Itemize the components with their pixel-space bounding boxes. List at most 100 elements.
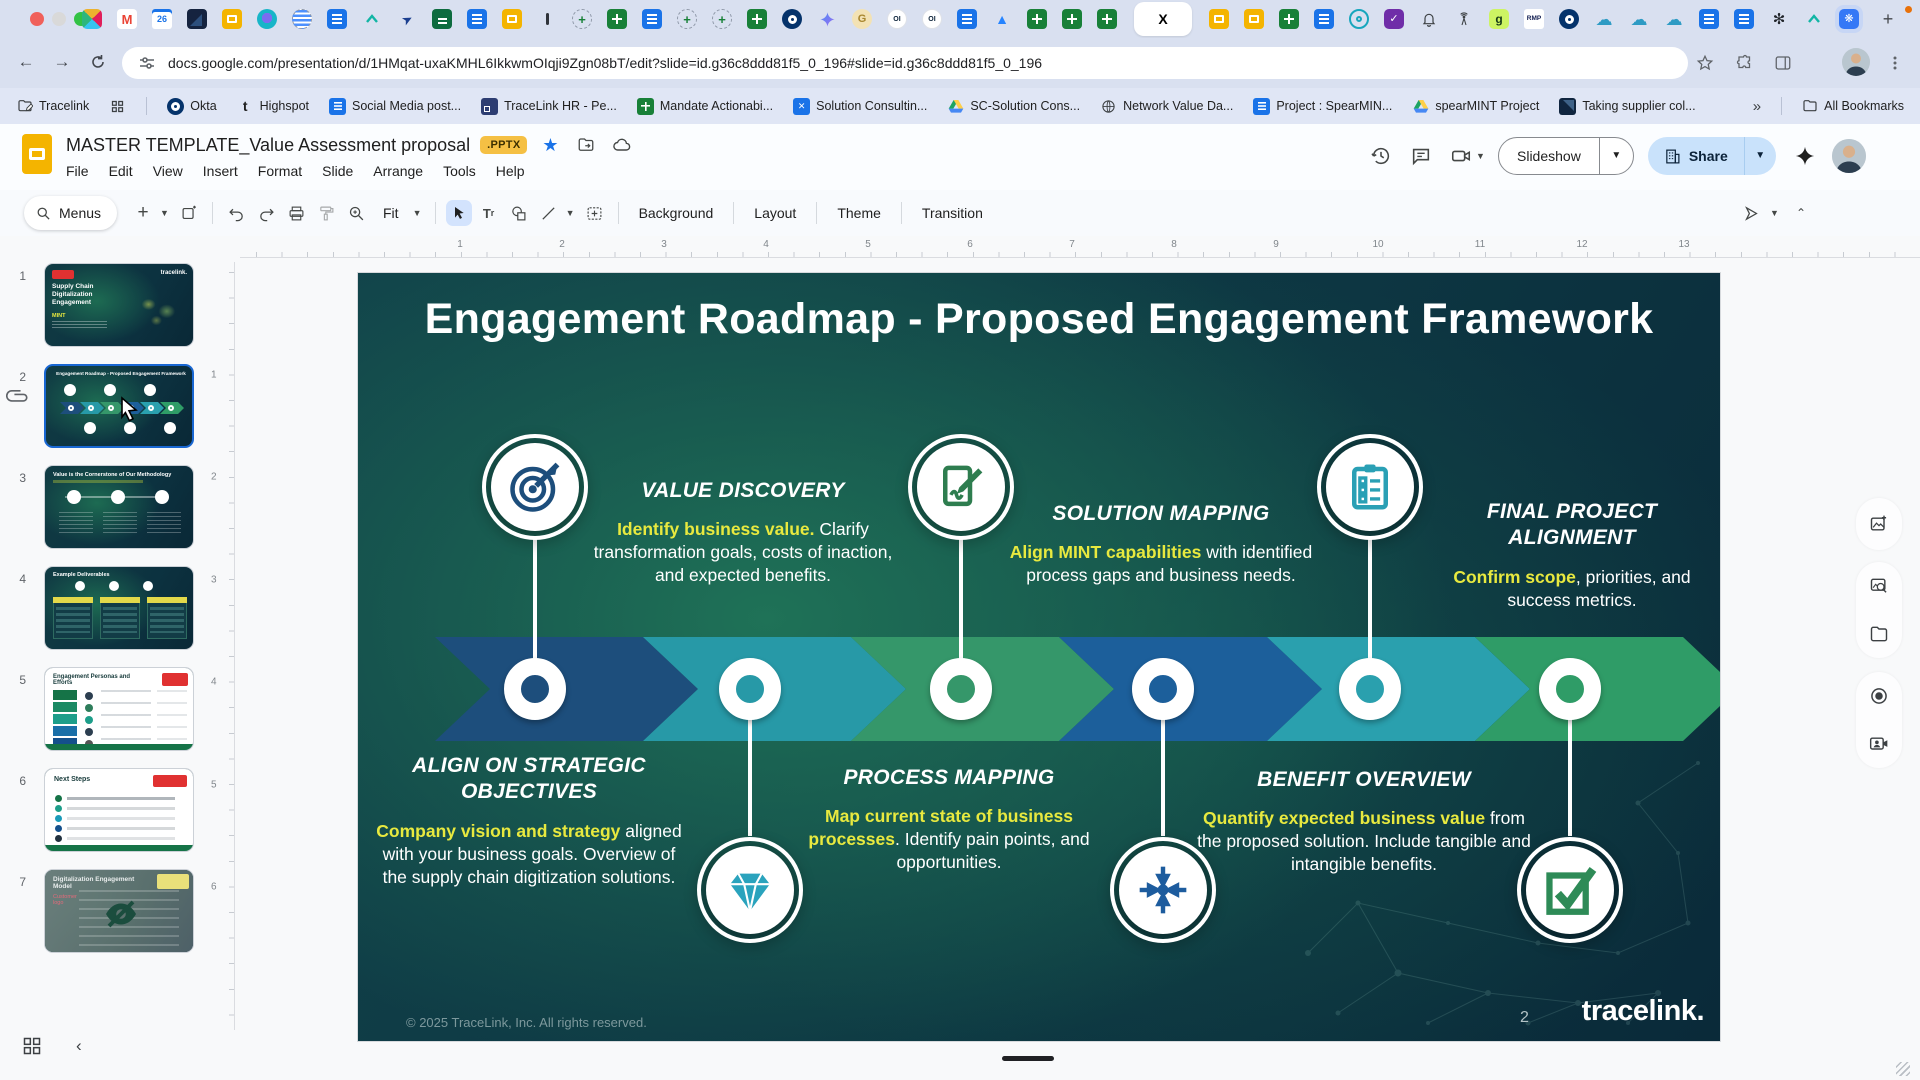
docs-tab-icon[interactable] — [467, 9, 487, 29]
forward-button[interactable]: → — [48, 48, 76, 76]
bookmark-mandate-actionabi[interactable]: Mandate Actionabi... — [637, 98, 773, 115]
teal-caret-tab-icon[interactable] — [362, 9, 382, 29]
okta-tab-icon[interactable] — [1559, 9, 1579, 29]
menu-arrange[interactable]: Arrange — [365, 160, 431, 182]
select-tool[interactable] — [446, 200, 472, 226]
account-avatar[interactable] — [1832, 139, 1866, 173]
version-history-icon[interactable] — [1368, 143, 1394, 169]
pointer-dropdown-icon[interactable]: ▼ — [1770, 208, 1782, 218]
striped-circle-tab-icon[interactable] — [292, 9, 312, 29]
window-minimize-button[interactable] — [52, 12, 66, 26]
layout-button[interactable]: Layout — [744, 200, 806, 226]
openai-tab-icon[interactable]: ✻ — [1769, 9, 1789, 29]
slides-tab-icon[interactable] — [502, 9, 522, 29]
comments-icon[interactable] — [1408, 143, 1434, 169]
site-settings-icon[interactable] — [136, 52, 158, 74]
swirl-circle-tab-icon[interactable] — [1349, 9, 1369, 29]
resize-grip[interactable] — [1896, 1062, 1910, 1076]
scroll-handle[interactable] — [1002, 1056, 1054, 1061]
teal-caret-tab-icon[interactable] — [1804, 9, 1824, 29]
extensions-icon[interactable] — [1734, 52, 1756, 74]
share-button[interactable]: Share ▼ — [1648, 137, 1776, 175]
slide-thumbnail-7[interactable]: Digitalization Engagement Model Customer… — [44, 869, 194, 953]
menu-format[interactable]: Format — [250, 160, 310, 182]
share-dropdown-icon[interactable]: ▼ — [1744, 137, 1776, 175]
slide-thumbnail-5[interactable]: Engagement Personas and Efforts — [44, 667, 194, 751]
okta-verify-tab-icon[interactable] — [257, 9, 277, 29]
add-slide-button[interactable]: + — [130, 200, 156, 226]
bookmark-apps-grid[interactable] — [109, 98, 126, 115]
all-bookmarks-button[interactable]: All Bookmarks — [1802, 98, 1904, 114]
slides-tab-icon[interactable] — [1244, 9, 1264, 29]
bell-tab-icon[interactable] — [1419, 9, 1439, 29]
greenhouse-tab-icon[interactable] — [432, 9, 452, 29]
bookmark-sc-solution-cons[interactable]: SC-Solution Cons... — [947, 98, 1080, 115]
paper-plane-tab-icon[interactable]: ➤ — [393, 5, 420, 32]
bookmark-network-value-da[interactable]: Network Value Da... — [1100, 98, 1233, 115]
insert-placeholder-icon[interactable] — [582, 200, 608, 226]
sheets-tab-icon[interactable] — [607, 9, 627, 29]
active-tab[interactable]: X — [1134, 2, 1192, 36]
bookmark-okta[interactable]: Okta — [167, 98, 216, 115]
paint-format-icon[interactable] — [313, 200, 339, 226]
blue-sun-tab-icon[interactable]: ❋ — [1839, 9, 1859, 29]
slide-thumbnail-1[interactable]: Supply Chain Digitalization Engagement M… — [44, 263, 194, 347]
rmp-tab-icon[interactable]: RMP — [1524, 9, 1544, 29]
docs-tab-icon[interactable] — [1699, 9, 1719, 29]
roadmap-step-text-1[interactable]: ALIGN ON STRATEGIC OBJECTIVESCompany vis… — [370, 753, 688, 889]
document-title[interactable]: MASTER TEMPLATE_Value Assessment proposa… — [66, 135, 470, 156]
roadmap-step-text-4[interactable]: SOLUTION MAPPINGAlign MINT capabilities … — [996, 501, 1326, 587]
browser-menu-icon[interactable] — [1884, 52, 1906, 74]
line-tool[interactable] — [536, 200, 562, 226]
menu-slide[interactable]: Slide — [314, 160, 361, 182]
bookmark-social-media-post[interactable]: Social Media post... — [329, 98, 461, 115]
slide-thumbnail-6[interactable]: Next Steps — [44, 768, 194, 852]
cloud-tab-icon[interactable]: ☁ — [1629, 9, 1649, 29]
slide-canvas[interactable]: Engagement Roadmap - Proposed Engagement… — [358, 273, 1720, 1041]
grid-view-icon[interactable] — [22, 1036, 42, 1056]
add-slide-dropdown-icon[interactable]: ▼ — [160, 208, 172, 218]
window-close-button[interactable] — [30, 12, 44, 26]
atlassian-tab-icon[interactable]: ▲ — [992, 9, 1012, 29]
calendar-tab-icon[interactable]: 26 — [152, 9, 172, 29]
g-circle-tab-icon[interactable]: G — [852, 9, 872, 29]
insert-image-icon[interactable] — [1867, 512, 1891, 536]
google-slides-logo[interactable] — [22, 134, 52, 174]
sheets-tab-icon[interactable] — [1027, 9, 1047, 29]
active-tab-icon[interactable]: X — [1153, 9, 1173, 29]
gemini-tab-icon[interactable] — [817, 9, 837, 29]
drive-folder-icon[interactable] — [1867, 622, 1891, 646]
radio-tower-tab-icon[interactable] — [1454, 9, 1474, 29]
camera-dropdown-icon[interactable]: ▼ — [1476, 151, 1488, 161]
bookmark-tracelink[interactable]: Tracelink — [16, 98, 89, 115]
print-icon[interactable] — [283, 200, 309, 226]
glassdoor-tab-icon[interactable]: g — [1489, 9, 1509, 29]
browser-profile-avatar[interactable] — [1842, 48, 1870, 76]
transition-button[interactable]: Transition — [912, 200, 993, 226]
meet-camera-icon[interactable] — [1448, 143, 1474, 169]
shapes-tool[interactable] — [506, 200, 532, 226]
move-folder-icon[interactable] — [573, 132, 599, 158]
side-panel-icon[interactable] — [1772, 52, 1794, 74]
zoom-icon[interactable] — [343, 200, 369, 226]
menu-insert[interactable]: Insert — [195, 160, 246, 182]
slideshow-button[interactable]: Slideshow ▼ — [1498, 137, 1634, 175]
sheets-tab-icon[interactable] — [1097, 9, 1117, 29]
url-text[interactable]: docs.google.com/presentation/d/1HMqat-ux… — [168, 55, 1042, 71]
sheets-tab-icon[interactable] — [1062, 9, 1082, 29]
menus-search-button[interactable]: Menus — [24, 196, 117, 230]
new-tab-button[interactable]: + — [1878, 9, 1898, 29]
text-box-tool[interactable]: Tr — [476, 200, 502, 226]
menu-tools[interactable]: Tools — [435, 160, 484, 182]
collapse-filmstrip-icon[interactable]: ‹ — [76, 1036, 82, 1056]
background-button[interactable]: Background — [629, 200, 724, 226]
target-plus-tab-icon[interactable]: + — [677, 9, 697, 29]
docs-tab-icon[interactable] — [1734, 9, 1754, 29]
cloud-saved-icon[interactable] — [609, 132, 635, 158]
slide-title[interactable]: Engagement Roadmap - Proposed Engagement… — [358, 295, 1720, 344]
bookmarks-overflow-button[interactable]: » — [1753, 98, 1761, 115]
bookmark-project-spearmin[interactable]: Project : SpearMIN... — [1253, 98, 1392, 115]
roadmap-step-text-3[interactable]: PROCESS MAPPINGMap current state of busi… — [793, 765, 1105, 875]
new-slide-icon[interactable] — [176, 200, 202, 226]
sheets-tab-icon[interactable] — [1279, 9, 1299, 29]
